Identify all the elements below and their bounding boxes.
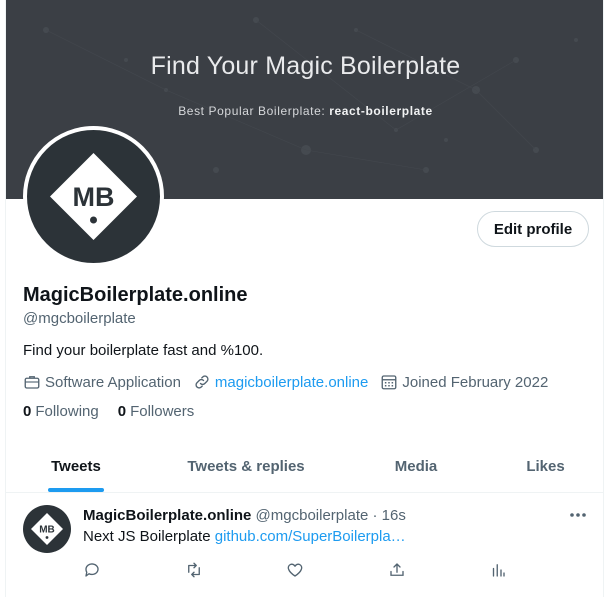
edit-profile-button[interactable]: Edit profile (477, 211, 589, 247)
tweet-header: MagicBoilerplate.online @mgcboilerplate … (83, 507, 406, 524)
profile-bio: Find your boilerplate fast and %100. (23, 342, 264, 359)
mb-logo-icon: MB (50, 153, 137, 240)
tab-likes[interactable]: Likes (486, 441, 603, 492)
tab-tweets-replies[interactable]: Tweets & replies (146, 441, 346, 492)
banner-subtitle-bold: react-boilerplate (329, 104, 433, 118)
tweet-author-handle[interactable]: @mgcboilerplate (256, 507, 369, 524)
profile-website[interactable]: magicboilerplate.online (193, 373, 368, 391)
banner-title: Find Your Magic Boilerplate (150, 52, 461, 80)
following-count: 0 (23, 403, 32, 420)
profile-meta: Software Application magicboilerplate.on… (23, 372, 560, 392)
tweet-time[interactable]: 16s (382, 507, 406, 524)
follow-stats: 0 Following 0 Followers (23, 403, 213, 420)
mb-logo-small-icon: MB (31, 513, 63, 545)
tweet-actions (6, 559, 603, 581)
tweet-text: Next JS Boilerplate github.com/SuperBoil… (83, 528, 406, 545)
followers-count: 0 (117, 403, 127, 420)
profile-avatar[interactable]: MB (23, 126, 164, 267)
tab-media[interactable]: Media (346, 441, 486, 492)
tab-tweets[interactable]: Tweets (6, 441, 146, 492)
followers-link[interactable]: 0 Followers (118, 403, 195, 420)
following-link[interactable]: 0 Following (23, 403, 99, 420)
tweet-separator: · (368, 507, 382, 524)
tweet-avatar[interactable]: MB (23, 505, 71, 553)
following-label: Following (35, 403, 99, 420)
profile-name: MagicBoilerplate.online (23, 284, 248, 306)
banner-subtitle: Best Popular Boilerplate: react-boilerpl… (6, 104, 603, 118)
share-icon[interactable] (386, 559, 408, 581)
profile-handle: @mgcboilerplate (23, 310, 136, 327)
profile-website-link[interactable]: magicboilerplate.online (215, 374, 368, 391)
briefcase-icon (24, 376, 40, 389)
retweet-icon[interactable] (183, 559, 205, 581)
avatar-initials: MB (73, 182, 115, 212)
like-icon[interactable] (284, 559, 306, 581)
tweet-item[interactable]: MB MagicBoilerplate.online @mgcboilerpla… (6, 493, 603, 597)
tweet-text-body: Next JS Boilerplate (83, 528, 215, 545)
tweet-link[interactable]: github.com/SuperBoilerpla… (215, 528, 406, 545)
tweet-avatar-initials: MB (39, 525, 55, 536)
tweet-author-name[interactable]: MagicBoilerplate.online (83, 507, 251, 524)
calendar-icon (381, 375, 397, 390)
profile-category-label: Software Application (45, 373, 181, 391)
more-icon[interactable] (566, 503, 590, 527)
banner-subtitle-prefix: Best Popular Boilerplate: (178, 104, 330, 118)
profile-joined-label: Joined February 2022 (402, 373, 549, 391)
link-icon (195, 375, 209, 389)
followers-label: Followers (130, 403, 195, 420)
profile-category: Software Application (23, 373, 181, 391)
profile-page: Find Your Magic Boilerplate Best Popular… (5, 0, 604, 597)
profile-tabs: Tweets Tweets & replies Media Likes (6, 441, 603, 493)
profile-joined: Joined February 2022 (380, 373, 548, 391)
reply-icon[interactable] (81, 559, 103, 581)
analytics-icon[interactable] (487, 559, 509, 581)
